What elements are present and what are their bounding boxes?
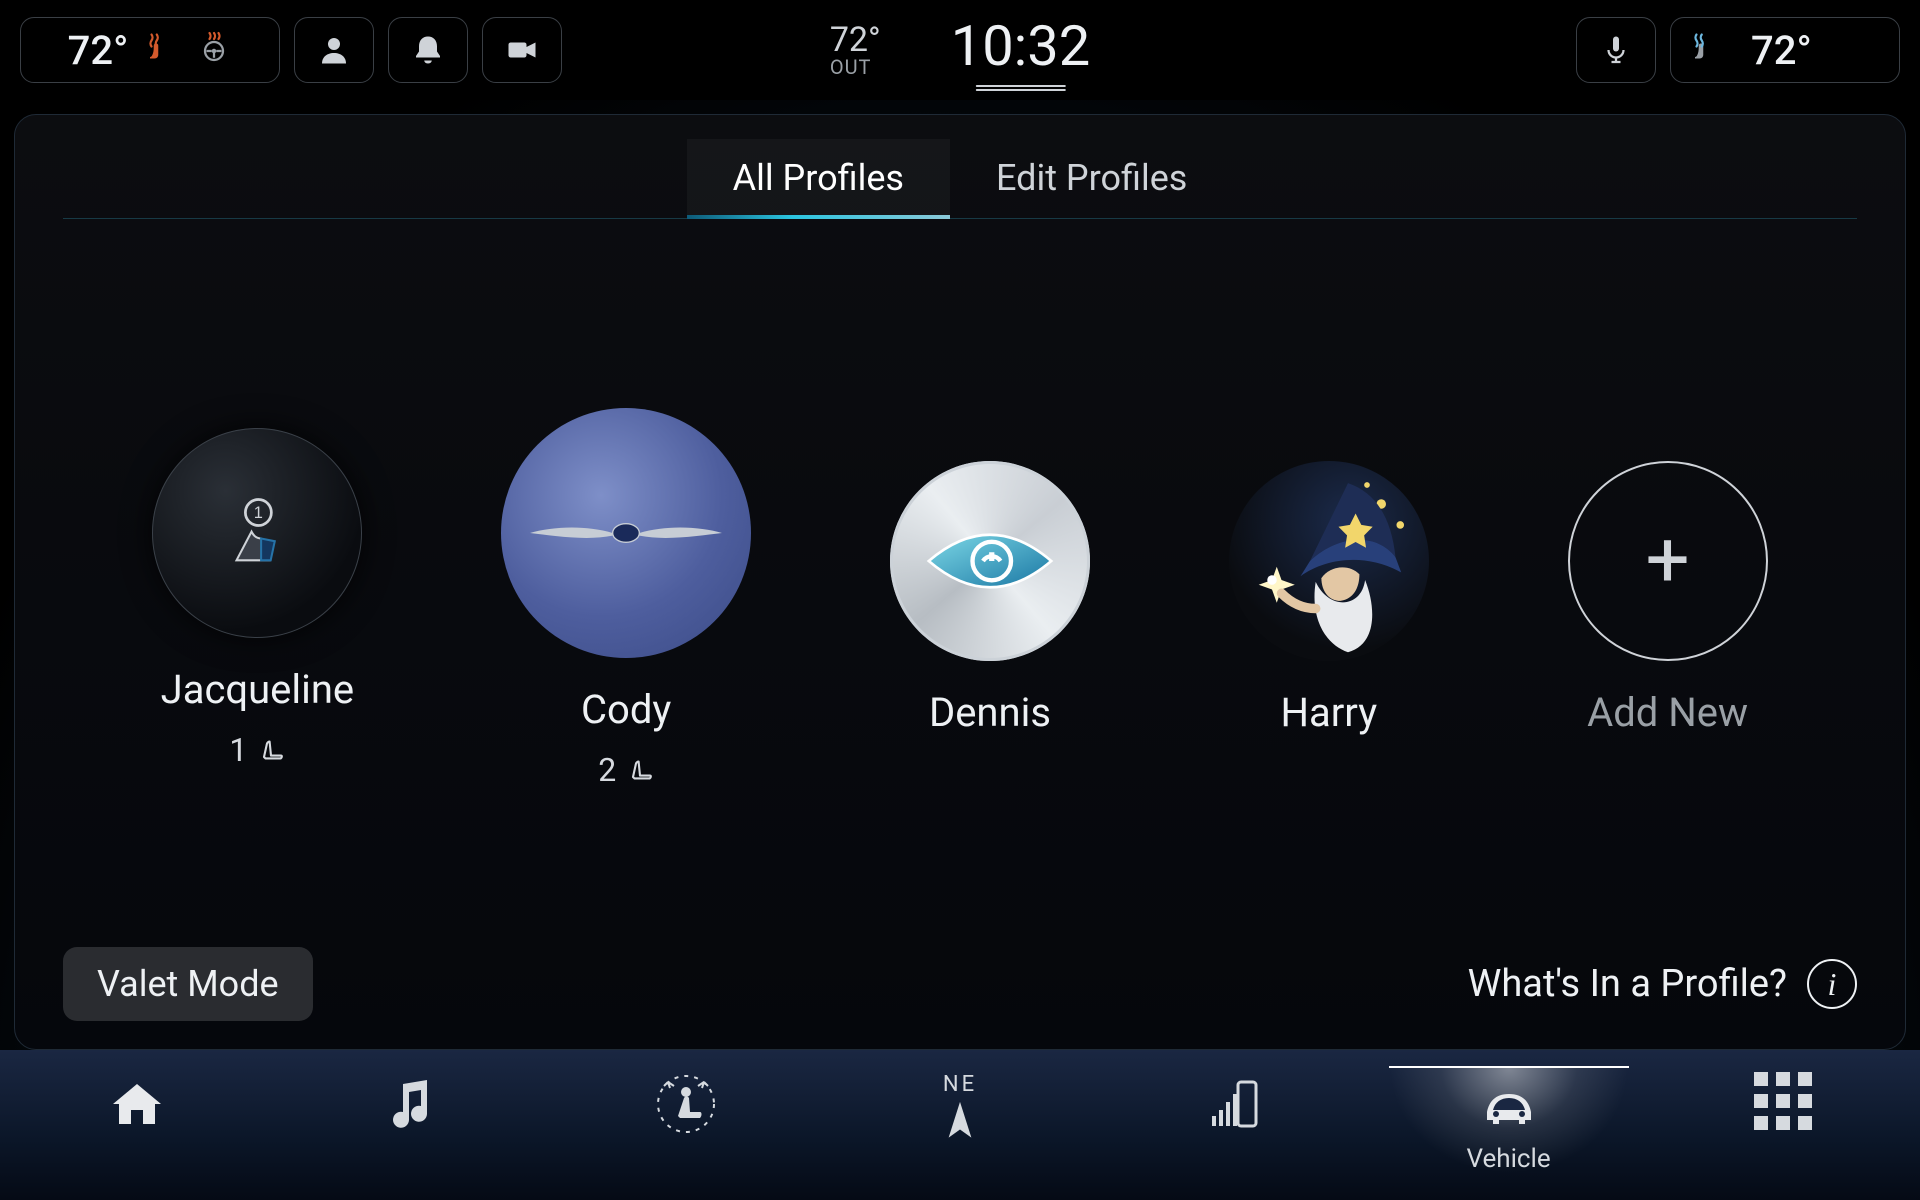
home-icon xyxy=(105,1072,169,1136)
passenger-climate-pill[interactable]: 72° xyxy=(1670,17,1900,83)
profile-card-cody[interactable]: Cody 2 xyxy=(501,408,751,789)
profile-name: Harry xyxy=(1280,689,1377,736)
outside-temp-label: OUT xyxy=(830,57,881,77)
notifications-button[interactable] xyxy=(388,17,468,83)
drag-handle-icon[interactable] xyxy=(975,85,1065,87)
seat-number: 2 xyxy=(598,751,616,789)
profile-card-dennis[interactable]: Dennis xyxy=(890,461,1090,736)
nav-vehicle[interactable]: Vehicle xyxy=(1389,1066,1629,1174)
heated-seat-icon xyxy=(144,30,180,70)
seat-icon xyxy=(257,736,285,764)
heated-wheel-icon xyxy=(196,30,232,70)
status-bar: 72° xyxy=(0,0,1920,100)
passenger-temp: 72° xyxy=(1751,27,1812,74)
svg-text:1: 1 xyxy=(254,503,263,521)
profile-card-jacqueline[interactable]: 1 Jacqueline 1 xyxy=(152,428,362,769)
tab-edit-profiles[interactable]: Edit Profiles xyxy=(950,139,1233,218)
main-area: All Profiles Edit Profiles 1 Jacqueline … xyxy=(0,100,1920,1050)
voice-button[interactable] xyxy=(1576,17,1656,83)
outside-temp-value: 72° xyxy=(830,23,881,57)
avatar-jacqueline: 1 xyxy=(152,428,362,638)
panel-footer: Valet Mode What's In a Profile? i xyxy=(63,947,1857,1025)
profiles-row: 1 Jacqueline 1 xyxy=(63,219,1857,947)
phone-signal-icon xyxy=(1202,1072,1266,1136)
bell-icon xyxy=(410,32,446,68)
video-camera-icon xyxy=(504,32,540,68)
compass-heading-label: NE xyxy=(943,1072,977,1097)
nav-media[interactable] xyxy=(291,1066,531,1136)
microphone-icon xyxy=(1598,32,1634,68)
whats-in-profile-link[interactable]: What's In a Profile? i xyxy=(1468,959,1857,1009)
nav-vehicle-label: Vehicle xyxy=(1466,1144,1550,1174)
seat-number: 1 xyxy=(229,731,247,769)
add-new-avatar: + xyxy=(1568,461,1768,661)
car-icon xyxy=(1477,1074,1541,1138)
wizard-avatar-icon xyxy=(1234,466,1424,656)
info-icon: i xyxy=(1807,959,1857,1009)
outside-temp-block[interactable]: 72° OUT xyxy=(830,23,881,77)
apps-grid-icon xyxy=(1754,1072,1812,1130)
bottom-nav: NE Vehicle xyxy=(0,1050,1920,1200)
eco-leaf-icon xyxy=(920,516,1060,606)
profile-shortcut-button[interactable] xyxy=(294,17,374,83)
add-new-label: Add New xyxy=(1587,689,1748,736)
profiles-panel: All Profiles Edit Profiles 1 Jacqueline … xyxy=(14,114,1906,1050)
profile-name: Cody xyxy=(581,686,671,733)
driver-temp: 72° xyxy=(68,27,129,74)
clock-time: 10:32 xyxy=(951,13,1090,79)
seat-climate-icon xyxy=(654,1072,718,1136)
profile-name: Jacqueline xyxy=(161,666,355,713)
wings-badge-icon xyxy=(526,513,726,553)
avatar-harry xyxy=(1229,461,1429,661)
driver-climate-pill[interactable]: 72° xyxy=(20,17,280,83)
clock-block[interactable]: 10:32 xyxy=(951,13,1090,87)
nav-phone[interactable] xyxy=(1114,1066,1354,1136)
center-status-cluster: 72° OUT 10:32 xyxy=(830,13,1090,87)
person-icon xyxy=(316,32,352,68)
compass-arrow-icon xyxy=(934,1097,986,1149)
info-link-text: What's In a Profile? xyxy=(1468,962,1787,1006)
nav-comfort[interactable] xyxy=(566,1066,806,1136)
profile-card-harry[interactable]: Harry xyxy=(1229,461,1429,736)
nav-navigation[interactable]: NE xyxy=(840,1066,1080,1149)
plus-icon: + xyxy=(1645,522,1689,600)
nav-apps[interactable] xyxy=(1663,1066,1903,1130)
tab-all-profiles[interactable]: All Profiles xyxy=(687,139,950,218)
music-note-icon xyxy=(379,1072,443,1136)
nav-home[interactable] xyxy=(17,1066,257,1136)
profiles-tabs: All Profiles Edit Profiles xyxy=(63,139,1857,219)
profile-name: Dennis xyxy=(929,689,1051,736)
cooled-seat-icon xyxy=(1689,30,1725,70)
camera-button[interactable] xyxy=(482,17,562,83)
valet-mode-button[interactable]: Valet Mode xyxy=(63,947,313,1021)
profile-seat-caption: 2 xyxy=(598,751,654,789)
driver-seat-icon: 1 xyxy=(216,492,298,574)
profile-seat-caption: 1 xyxy=(229,731,285,769)
profile-add-new[interactable]: + Add New xyxy=(1568,461,1768,736)
seat-icon xyxy=(626,756,654,784)
avatar-cody xyxy=(501,408,751,658)
avatar-dennis xyxy=(890,461,1090,661)
